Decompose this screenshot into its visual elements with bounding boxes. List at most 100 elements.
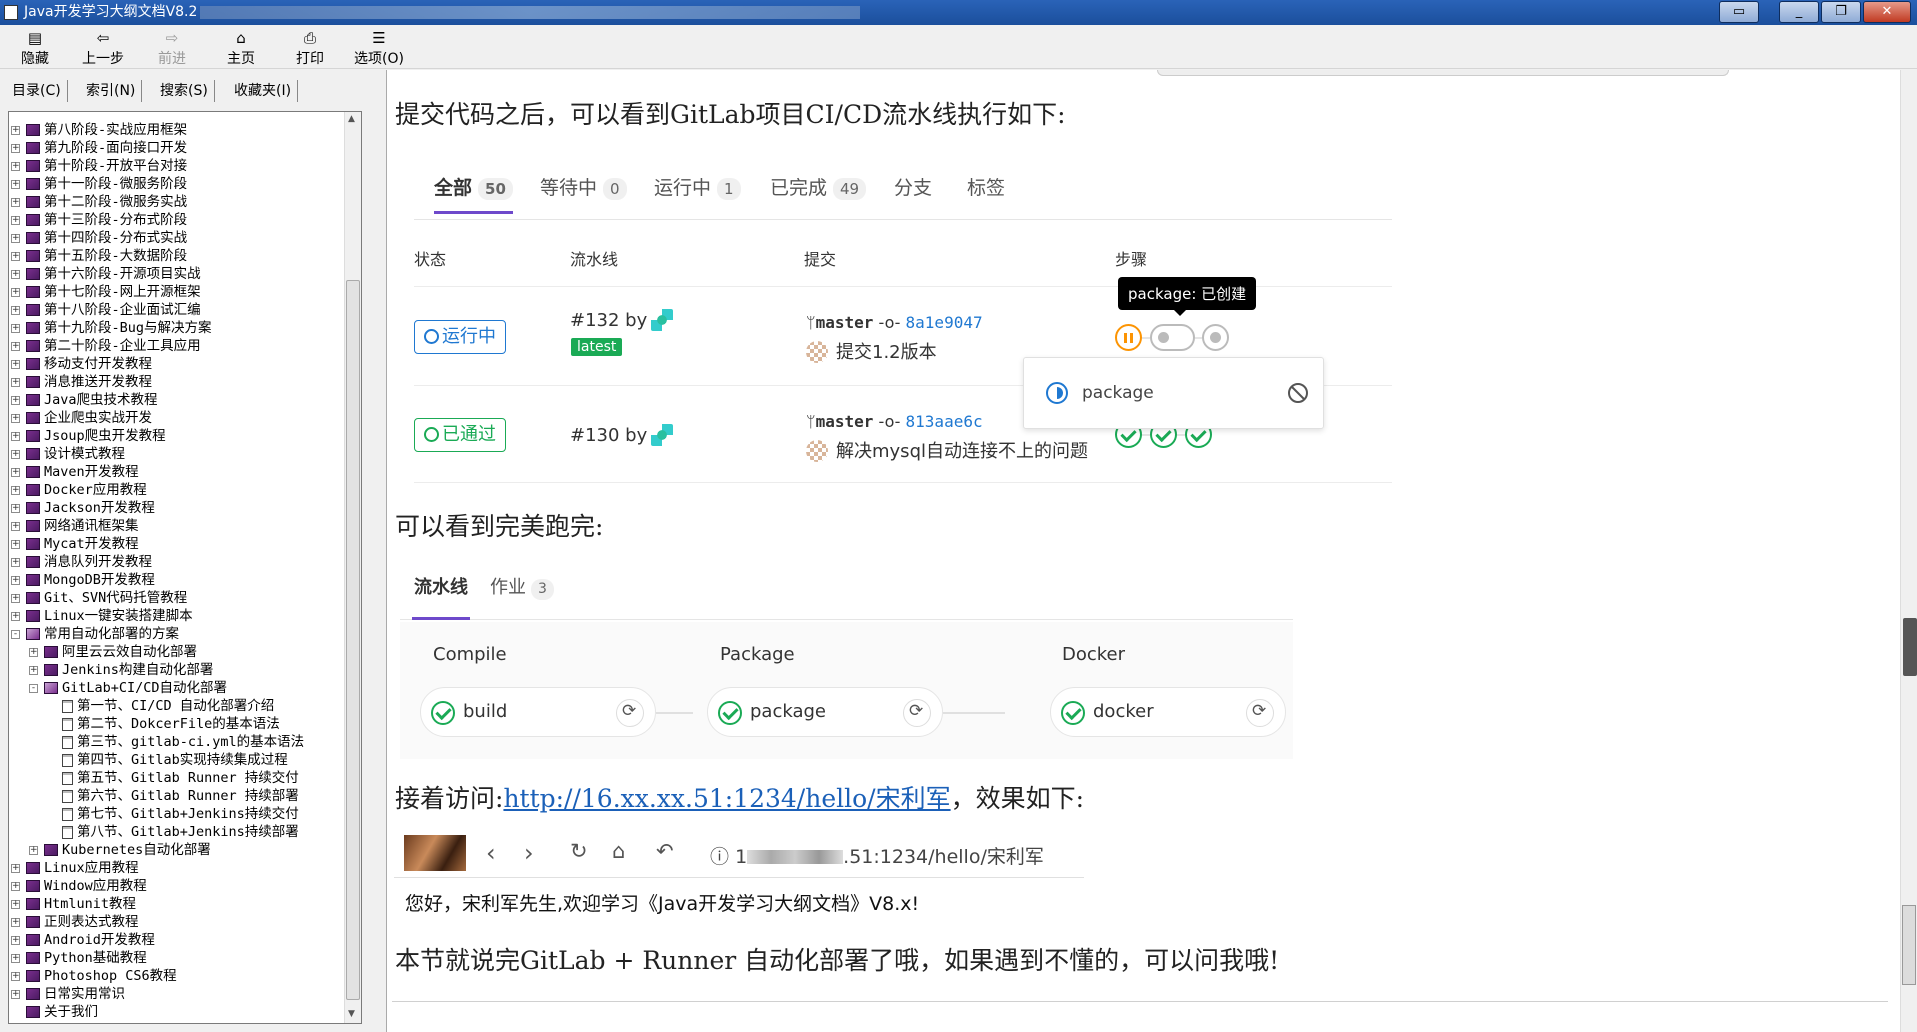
tree-item[interactable]: 第六节、Gitlab Runner 持续部署 [9, 787, 345, 805]
tree-item[interactable]: + 正则表达式教程 [9, 913, 345, 931]
tab-pending[interactable]: 等待中 0 [540, 174, 627, 214]
tree-item[interactable]: + Jackson开发教程 [9, 499, 345, 517]
job-docker[interactable]: docker [1050, 687, 1286, 737]
tree-item[interactable]: + 第十八阶段-企业面试汇编 [9, 301, 345, 319]
tree-item[interactable]: + 第十二阶段-微服务实战 [9, 193, 345, 211]
expand-icon[interactable]: + [11, 863, 20, 873]
tree-item[interactable]: + Jsoup爬虫开发教程 [9, 427, 345, 445]
tree-item[interactable]: + 第十阶段-开放平台对接 [9, 157, 345, 175]
tree-item[interactable]: - 常用自动化部署的方案 [9, 625, 345, 643]
tree-item[interactable]: + 第十六阶段-开源项目实战 [9, 265, 345, 283]
branch-name[interactable]: master [816, 313, 874, 332]
tree-item[interactable]: + 第十一阶段-微服务阶段 [9, 175, 345, 193]
expand-icon[interactable]: + [11, 971, 20, 981]
scroll-down-icon[interactable]: ▼ [348, 1009, 355, 1019]
tree-item[interactable]: + 第十五阶段-大数据阶段 [9, 247, 345, 265]
tree-item[interactable]: + 消息推送开发教程 [9, 373, 345, 391]
pipeline-id[interactable]: #132 by [570, 309, 674, 331]
expand-icon[interactable]: + [11, 935, 20, 945]
expand-icon[interactable]: + [11, 179, 20, 189]
expand-icon[interactable]: + [11, 413, 20, 423]
home-button[interactable]: ⌂ 主页 [208, 28, 274, 68]
tree-item[interactable]: 第八节、Gitlab+Jenkins持续部署 [9, 823, 345, 841]
job-build[interactable]: build [420, 687, 656, 737]
tab-index[interactable]: 索引(N) [80, 80, 143, 102]
collapse-icon[interactable]: - [11, 629, 20, 639]
maximize-button[interactable]: ❐ [1821, 1, 1861, 23]
tree-item[interactable]: 第五节、Gitlab Runner 持续交付 [9, 769, 345, 787]
expand-icon[interactable]: + [11, 575, 20, 585]
commit-sha[interactable]: 813aae6c [906, 412, 983, 431]
minimize-button[interactable]: _ [1779, 1, 1819, 23]
expand-icon[interactable]: + [11, 989, 20, 999]
expand-icon[interactable]: + [11, 899, 20, 909]
hello-link[interactable]: http://16.xx.xx.51:1234/hello/宋利军 [503, 784, 950, 813]
tree-item[interactable]: + Photoshop CS6教程 [9, 967, 345, 985]
tree-item[interactable]: + Jenkins构建自动化部署 [9, 661, 345, 679]
stage-paused-icon[interactable] [1115, 324, 1142, 351]
cancel-job-icon[interactable] [1288, 383, 1308, 403]
expand-icon[interactable]: + [11, 521, 20, 531]
tab-finished[interactable]: 已完成 49 [770, 174, 867, 214]
tree-item[interactable]: + Linux一键安装搭建脚本 [9, 607, 345, 625]
tree-item[interactable]: 第一节、CI/CD 自动化部署介绍 [9, 697, 345, 715]
expand-icon[interactable]: + [11, 953, 20, 963]
expand-icon[interactable]: + [11, 395, 20, 405]
tree-item[interactable]: + 企业爬虫实战开发 [9, 409, 345, 427]
expand-icon[interactable]: + [11, 197, 20, 207]
hide-button[interactable]: ▤ 隐藏 [2, 28, 68, 68]
tree-item[interactable]: + 第九阶段-面向接口开发 [9, 139, 345, 157]
tree-item[interactable]: + 移动支付开发教程 [9, 355, 345, 373]
tab-tags[interactable]: 标签 [967, 174, 1005, 214]
job-package[interactable]: package [707, 687, 943, 737]
print-button[interactable]: ⎙ 打印 [277, 28, 343, 68]
retry-icon[interactable] [616, 699, 644, 727]
stage-created-icon[interactable] [1202, 324, 1229, 351]
tree-item[interactable]: + Mycat开发教程 [9, 535, 345, 553]
tree-item[interactable]: + 网络通讯框架集 [9, 517, 345, 535]
expand-icon[interactable]: + [11, 143, 20, 153]
tree-item[interactable]: + MongoDB开发教程 [9, 571, 345, 589]
expand-icon[interactable]: + [11, 377, 20, 387]
expand-icon[interactable]: + [11, 431, 20, 441]
expand-icon[interactable]: + [11, 215, 20, 225]
expand-icon[interactable]: + [11, 449, 20, 459]
content-scroll-thumb[interactable] [1902, 905, 1916, 985]
tab-all[interactable]: 全部 50 [434, 174, 513, 214]
tree-item[interactable]: + Maven开发教程 [9, 463, 345, 481]
expand-icon[interactable]: + [11, 539, 20, 549]
tree-scroll-thumb[interactable] [346, 280, 360, 1000]
scroll-up-icon[interactable]: ▲ [348, 114, 355, 124]
pipeline-id[interactable]: #130 by [570, 424, 674, 446]
tree-item[interactable]: + 阿里云云效自动化部署 [9, 643, 345, 661]
tree-item[interactable]: 第三节、gitlab-ci.yml的基本语法 [9, 733, 345, 751]
tree-item[interactable]: + Htmlunit教程 [9, 895, 345, 913]
expand-icon[interactable]: + [11, 161, 20, 171]
content-scrollbar[interactable] [1900, 70, 1917, 1032]
tree-item[interactable]: + 第十七阶段-网上开源框架 [9, 283, 345, 301]
expand-icon[interactable]: + [11, 341, 20, 351]
expand-icon[interactable]: + [11, 611, 20, 621]
status-badge-passed[interactable]: 已通过 [414, 418, 506, 452]
tree-item[interactable]: + Java爬虫技术教程 [9, 391, 345, 409]
tree-item[interactable]: 第七节、Gitlab+Jenkins持续交付 [9, 805, 345, 823]
expand-icon[interactable]: + [11, 125, 20, 135]
tab-jobs[interactable]: 作业 3 [490, 572, 554, 620]
tab-contents[interactable]: 目录(C) [6, 80, 68, 102]
tab-branches[interactable]: 分支 [894, 174, 932, 214]
stage-created-dropdown-icon[interactable] [1150, 324, 1195, 351]
tree-item[interactable]: 关于我们 [9, 1003, 345, 1021]
branch-name[interactable]: master [816, 412, 874, 431]
commit-message-text[interactable]: 提交1.2版本 [836, 342, 937, 363]
extra-window-button[interactable]: ▭ [1719, 1, 1759, 23]
tree-item[interactable]: + Git、SVN代码托管教程 [9, 589, 345, 607]
status-badge-running[interactable]: 运行中 [414, 320, 506, 354]
tree-item[interactable]: + 日常实用常识 [9, 985, 345, 1003]
tree-item[interactable]: + Docker应用教程 [9, 481, 345, 499]
forward-button[interactable]: ⇨ 前进 [139, 28, 205, 68]
collapse-icon[interactable]: - [29, 683, 38, 693]
tree-item[interactable]: + 第十九阶段-Bug与解决方案 [9, 319, 345, 337]
commit-message-text[interactable]: 解决mysql自动连接不上的问题 [836, 441, 1088, 462]
tree-item[interactable]: + Android开发教程 [9, 931, 345, 949]
tab-favorites[interactable]: 收藏夹(I) [228, 80, 299, 102]
